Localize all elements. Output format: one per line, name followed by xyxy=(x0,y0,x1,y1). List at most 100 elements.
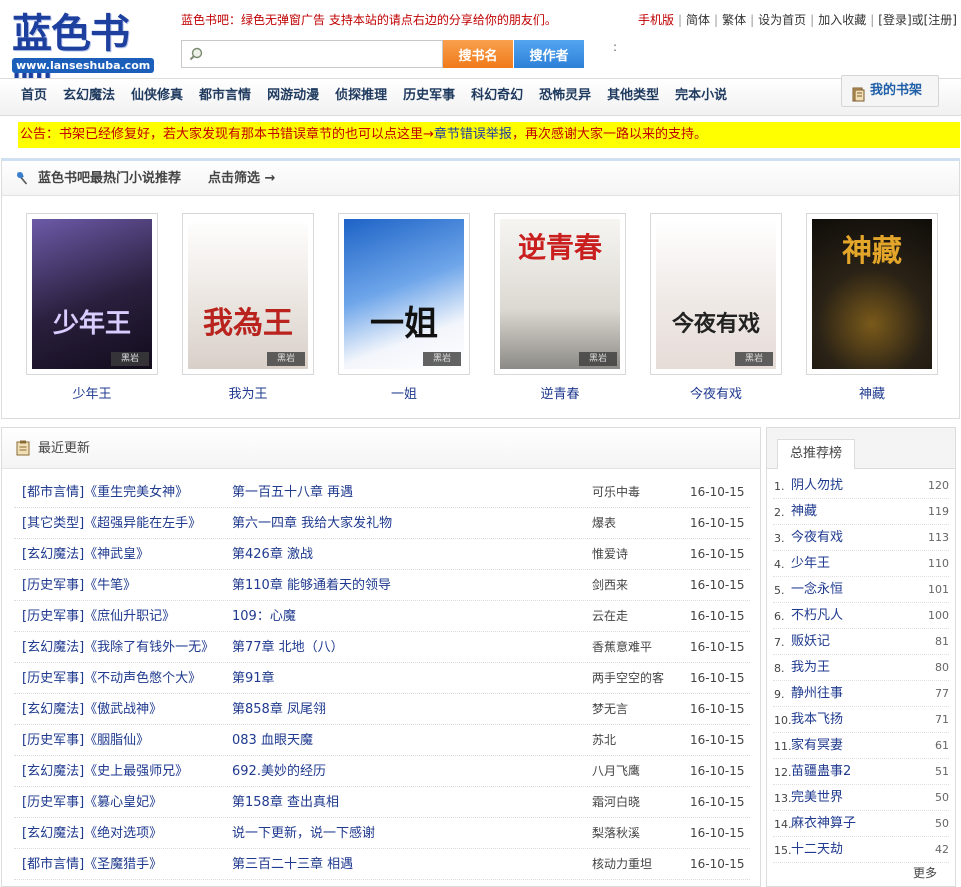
more-link[interactable]: 更多 xyxy=(913,864,937,881)
book-cover[interactable]: 一姐 黑岩 xyxy=(344,219,464,369)
book-title-link[interactable]: [历史军事]《篡心皇妃》 xyxy=(22,791,227,814)
ranking-book-link[interactable]: 贩妖记 xyxy=(791,630,830,654)
tab-total-recommend[interactable]: 总推荐榜 xyxy=(777,439,855,469)
search-input[interactable] xyxy=(208,44,438,66)
book-cover-frame[interactable]: 我為王 黑岩 xyxy=(182,213,314,375)
book-title-link[interactable]: [历史军事]《胭脂仙》 xyxy=(22,729,227,752)
book-title-link[interactable]: [玄幻魔法]《我除了有钱外一无》 xyxy=(22,636,227,659)
ranking-book-link[interactable]: 家有冥妻 xyxy=(791,734,843,758)
book-name[interactable]: 我为王 xyxy=(182,383,314,402)
nav-item-horror[interactable]: 恐怖灵异 xyxy=(531,79,599,115)
cover-title: 逆青春 xyxy=(517,231,602,264)
ranking-book-link[interactable]: 不朽凡人 xyxy=(791,604,843,628)
book-title-link[interactable]: [玄幻魔法]《神武皇》 xyxy=(22,543,227,566)
book-title-link[interactable]: [都市言情]《圣魔猎手》 xyxy=(22,853,227,876)
book-cover[interactable]: 我為王 黑岩 xyxy=(188,219,308,369)
ranking-book-link[interactable]: 完美世界 xyxy=(791,786,843,810)
book-cover-frame[interactable]: 一姐 黑岩 xyxy=(338,213,470,375)
chapter-link[interactable]: 083 血眼天魔 xyxy=(232,729,582,752)
chapter-link[interactable]: 第一百五十八章 再遇 xyxy=(232,481,582,504)
book-card[interactable]: 少年王 黑岩 少年王 xyxy=(26,213,158,402)
book-cover[interactable]: 少年王 黑岩 xyxy=(32,219,152,369)
site-logo[interactable]: 蓝色书吧 www.lanseshuba.com xyxy=(10,10,162,105)
book-title-link[interactable]: [历史军事]《不动声色憋个大》 xyxy=(22,667,227,690)
book-name[interactable]: 逆青春 xyxy=(494,383,626,402)
error-report-link[interactable]: 章节错误举报 xyxy=(434,127,512,142)
ranking-book-link[interactable]: 神藏 xyxy=(791,500,817,524)
book-cover[interactable]: 今夜有戏 黑岩 xyxy=(656,219,776,369)
nav-item-detective[interactable]: 侦探推理 xyxy=(327,79,395,115)
book-card[interactable]: 今夜有戏 黑岩 今夜有戏 xyxy=(650,213,782,402)
add-favorite-link[interactable]: 加入收藏 xyxy=(818,13,866,27)
nav-item-xianxia[interactable]: 仙侠修真 xyxy=(123,79,191,115)
cover-title: 我為王 xyxy=(203,306,293,341)
chapter-link[interactable]: 第426章 激战 xyxy=(232,543,582,566)
search-author-button[interactable]: 搜作者 xyxy=(514,40,584,68)
ranking-book-link[interactable]: 十二天劫 xyxy=(791,838,843,862)
book-name[interactable]: 神藏 xyxy=(806,383,938,402)
nav-item-scifi[interactable]: 科幻奇幻 xyxy=(463,79,531,115)
book-title-link[interactable]: [玄幻魔法]《史上最强师兄》 xyxy=(22,760,227,783)
mobile-link[interactable]: 手机版 xyxy=(638,13,674,27)
logo-url: www.lanseshuba.com xyxy=(12,58,155,73)
book-title-link[interactable]: [玄幻魔法]《傲武战神》 xyxy=(22,698,227,721)
book-card[interactable]: 神藏 神藏 xyxy=(806,213,938,402)
set-homepage-link[interactable]: 设为首页 xyxy=(758,13,806,27)
nav-item-history[interactable]: 历史军事 xyxy=(395,79,463,115)
traditional-link[interactable]: 繁体 xyxy=(722,13,746,27)
ranking-book-link[interactable]: 麻衣神算子 xyxy=(791,812,856,836)
chapter-link[interactable]: 第158章 查出真相 xyxy=(232,791,582,814)
book-name[interactable]: 少年王 xyxy=(26,383,158,402)
chapter-link[interactable]: 第858章 凤尾翎 xyxy=(232,698,582,721)
ranking-book-link[interactable]: 一念永恒 xyxy=(791,578,843,602)
login-register-link[interactable]: [登录]或[注册] xyxy=(878,13,957,27)
chapter-link[interactable]: 692.美妙的经历 xyxy=(232,760,582,783)
book-title-link[interactable]: [都市言情]《重生完美女神》 xyxy=(22,481,227,504)
rank-number: 2. xyxy=(774,506,785,519)
chapter-link[interactable]: 第三百二十三章 相遇 xyxy=(232,853,582,876)
ranking-book-link[interactable]: 今夜有戏 xyxy=(791,526,843,550)
chapter-link[interactable]: 第91章 xyxy=(232,667,582,690)
book-cover-frame[interactable]: 少年王 黑岩 xyxy=(26,213,158,375)
book-cover[interactable]: 神藏 xyxy=(812,219,932,369)
book-title-link[interactable]: [玄幻魔法]《绝对选项》 xyxy=(22,822,227,845)
book-title-link[interactable]: [其它类型]《超强异能在左手》 xyxy=(22,512,227,535)
nav-item-urban[interactable]: 都市言情 xyxy=(191,79,259,115)
ranking-book-link[interactable]: 我为王 xyxy=(791,656,830,680)
book-card[interactable]: 逆青春 黑岩 逆青春 xyxy=(494,213,626,402)
book-cover-frame[interactable]: 今夜有戏 黑岩 xyxy=(650,213,782,375)
chapter-link[interactable]: 第110章 能够通着天的领导 xyxy=(232,574,582,597)
ranking-book-link[interactable]: 苗疆蛊事2 xyxy=(791,760,851,784)
rank-number: 10. xyxy=(774,714,792,727)
book-cover-frame[interactable]: 神藏 xyxy=(806,213,938,375)
book-cover[interactable]: 逆青春 黑岩 xyxy=(500,219,620,369)
ranking-book-link[interactable]: 阴人勿扰 xyxy=(791,474,843,498)
chapter-link[interactable]: 说一下更新，说一下感谢 xyxy=(232,822,582,845)
book-cover-frame[interactable]: 逆青春 黑岩 xyxy=(494,213,626,375)
my-bookshelf-button[interactable]: 我的书架 xyxy=(841,75,939,107)
ranking-book-link[interactable]: 静州往事 xyxy=(791,682,843,706)
filter-link[interactable]: 点击筛选 → xyxy=(208,161,275,197)
ranking-item: 9. 静州往事 77 xyxy=(767,682,955,708)
rank-number: 1. xyxy=(774,480,785,493)
book-title-link[interactable]: [历史军事]《庶仙升职记》 xyxy=(22,605,227,628)
book-card[interactable]: 一姐 黑岩 一姐 xyxy=(338,213,470,402)
book-title-link[interactable]: [历史军事]《牛笔》 xyxy=(22,574,227,597)
update-date: 16-10-15 xyxy=(690,547,745,561)
chapter-link[interactable]: 第77章 北地（八） xyxy=(232,636,582,659)
search-book-button[interactable]: 搜书名 xyxy=(443,40,513,68)
ranking-book-link[interactable]: 少年王 xyxy=(791,552,830,576)
nav-item-finished[interactable]: 完本小说 xyxy=(667,79,735,115)
book-name[interactable]: 今夜有戏 xyxy=(650,383,782,402)
nav-item-other[interactable]: 其他类型 xyxy=(599,79,667,115)
book-card[interactable]: 我為王 黑岩 我为王 xyxy=(182,213,314,402)
ranking-book-link[interactable]: 我本飞扬 xyxy=(791,708,843,732)
simplified-link[interactable]: 简体 xyxy=(686,13,710,27)
book-name[interactable]: 一姐 xyxy=(338,383,470,402)
nav-item-game[interactable]: 网游动漫 xyxy=(259,79,327,115)
chapter-link[interactable]: 第六一四章 我给大家发礼物 xyxy=(232,512,582,535)
nav-item-home[interactable]: 首页 xyxy=(13,79,55,115)
nav-item-fantasy[interactable]: 玄幻魔法 xyxy=(55,79,123,115)
chapter-link[interactable]: 109：心魔 xyxy=(232,605,582,628)
my-bookshelf-label: 我的书架 xyxy=(870,83,923,98)
